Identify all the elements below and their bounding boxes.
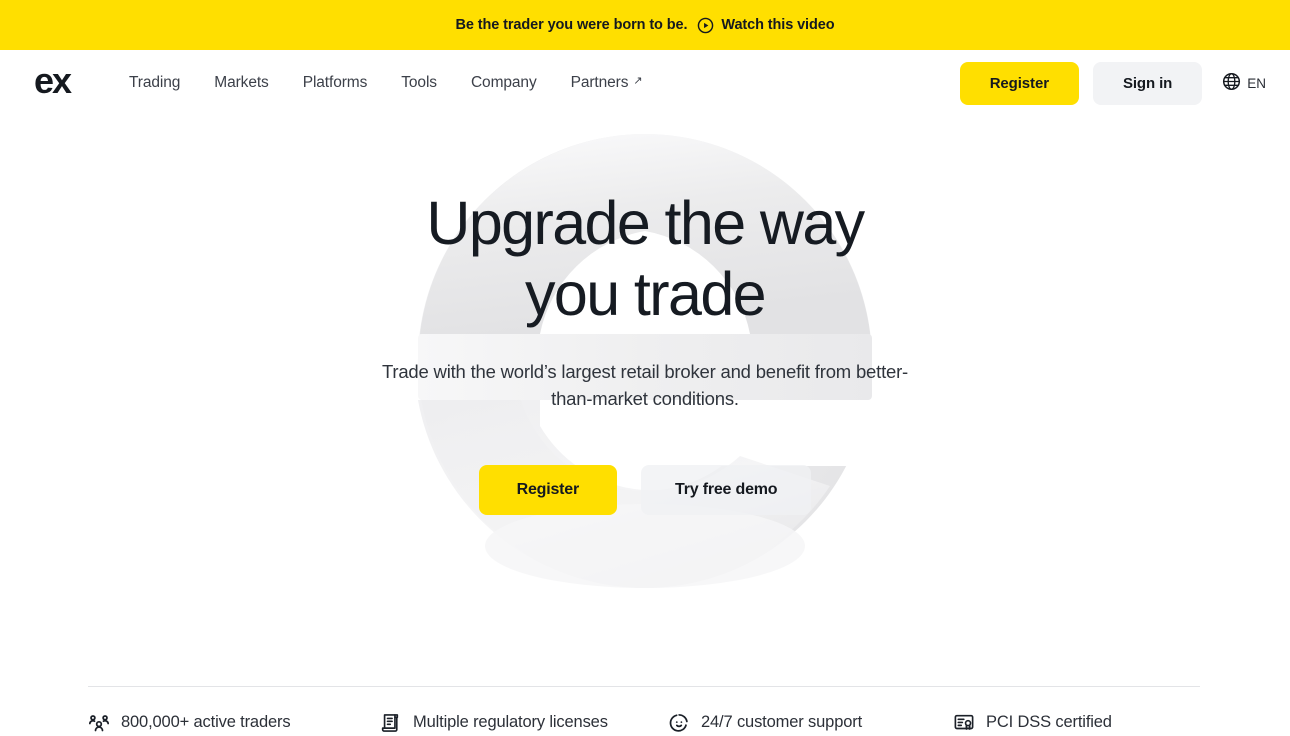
hero-section: Upgrade the way you trade Trade with the… bbox=[0, 116, 1290, 686]
watch-video-label: Watch this video bbox=[721, 17, 835, 33]
globe-icon bbox=[1222, 72, 1241, 94]
watch-video-link[interactable]: Watch this video bbox=[697, 17, 835, 34]
nav-item-platforms[interactable]: Platforms bbox=[286, 66, 385, 100]
hero-subtitle-line-1: Trade with the world’s largest retail br… bbox=[381, 360, 851, 382]
feature-label: 800,000+ active traders bbox=[121, 713, 291, 731]
users-group-icon bbox=[88, 712, 110, 734]
nav-item-company[interactable]: Company bbox=[454, 66, 554, 100]
nav-item-partners[interactable]: Partners ↗ bbox=[554, 66, 660, 100]
signin-button[interactable]: Sign in bbox=[1092, 61, 1203, 105]
main-navigation: Trading Markets Platforms Tools Company … bbox=[112, 66, 660, 100]
feature-list: 800,000+ active traders Multiple regulat… bbox=[88, 687, 1202, 734]
language-switcher[interactable]: EN bbox=[1216, 66, 1268, 100]
hero-cta-group: Register Try free demo bbox=[0, 465, 1290, 515]
nav-label: Company bbox=[470, 74, 537, 91]
logo-ex[interactable]: ex bbox=[20, 63, 84, 103]
nav-label: Markets bbox=[214, 74, 269, 91]
smiley-support-icon bbox=[668, 712, 690, 734]
promo-banner-text: Be the trader you were born to be. bbox=[455, 17, 688, 33]
feature-label: PCI DSS certified bbox=[986, 713, 1112, 731]
hero-title-line-2: you trade bbox=[525, 259, 767, 328]
nav-label: Tools bbox=[401, 74, 437, 91]
feature-label: Multiple regulatory licenses bbox=[413, 713, 608, 731]
page-title: Upgrade the way you trade bbox=[295, 188, 995, 330]
try-free-demo-button[interactable]: Try free demo bbox=[641, 465, 812, 515]
document-scroll-icon bbox=[380, 712, 402, 734]
hero-title-line-1: Upgrade the way bbox=[426, 189, 865, 257]
feature-bar: 800,000+ active traders Multiple regulat… bbox=[0, 686, 1290, 734]
feature-active-traders: 800,000+ active traders bbox=[88, 711, 380, 734]
hero-content: Upgrade the way you trade Trade with the… bbox=[0, 116, 1290, 515]
play-circle-icon bbox=[697, 17, 714, 34]
register-button-hero[interactable]: Register bbox=[478, 465, 618, 515]
nav-item-tools[interactable]: Tools bbox=[384, 66, 454, 100]
feature-regulatory-licenses: Multiple regulatory licenses bbox=[380, 711, 668, 734]
nav-label: Partners bbox=[570, 74, 629, 91]
language-label: EN bbox=[1247, 75, 1266, 91]
hero-subtitle: Trade with the world’s largest retail br… bbox=[365, 358, 925, 414]
nav-item-markets[interactable]: Markets bbox=[197, 66, 285, 100]
nav-label: Platforms bbox=[302, 74, 368, 91]
site-header: ex Trading Markets Platforms Tools Compa… bbox=[0, 50, 1290, 116]
certificate-icon bbox=[953, 712, 975, 734]
feature-pci-dss: PCI DSS certified bbox=[953, 711, 1200, 734]
promo-banner: Be the trader you were born to be. Watch… bbox=[0, 0, 1290, 50]
register-button-header[interactable]: Register bbox=[959, 61, 1079, 105]
external-link-arrow-icon: ↗ bbox=[633, 74, 643, 87]
header-actions: Register Sign in EN bbox=[959, 61, 1268, 105]
nav-label: Trading bbox=[129, 74, 181, 91]
nav-item-trading[interactable]: Trading bbox=[112, 66, 197, 100]
feature-label: 24/7 customer support bbox=[701, 713, 863, 731]
feature-customer-support: 24/7 customer support bbox=[668, 711, 953, 734]
